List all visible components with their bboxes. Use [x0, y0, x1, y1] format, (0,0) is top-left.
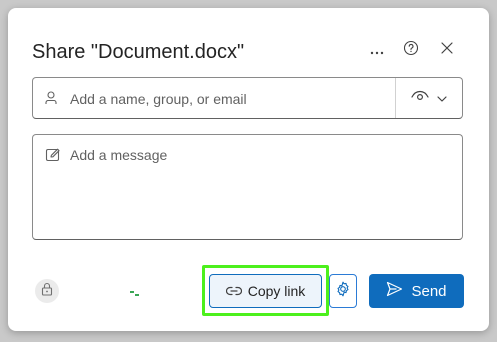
message-input[interactable]: [68, 145, 452, 229]
send-icon: [386, 281, 403, 301]
dialog-title: Share "Document.docx": [32, 41, 245, 63]
help-icon: [403, 40, 419, 61]
copy-link-label: Copy link: [247, 283, 306, 299]
person-icon: [43, 90, 59, 106]
more-options-button[interactable]: [365, 38, 389, 62]
recipient-input[interactable]: [68, 86, 392, 112]
send-button[interactable]: Send: [369, 274, 464, 308]
lock-icon: [41, 282, 53, 301]
eye-icon: [411, 89, 429, 107]
share-dialog: Share "Document.docx" Add a name, group,…: [8, 8, 489, 331]
send-label: Send: [411, 282, 447, 300]
link-settings-button[interactable]: [329, 274, 357, 308]
ellipsis-icon: [370, 42, 384, 58]
link-settings-lock-button[interactable]: [35, 279, 59, 303]
gear-icon: [335, 281, 351, 302]
chevron-down-icon: [437, 89, 447, 107]
message-field[interactable]: [32, 134, 463, 240]
link-icon: [225, 283, 242, 299]
copy-link-button[interactable]: Copy link: [209, 274, 322, 308]
loading-indicator-icon: [130, 284, 140, 296]
recipient-field[interactable]: [32, 77, 463, 119]
close-icon: [441, 41, 453, 59]
close-button[interactable]: [435, 38, 459, 62]
edit-icon: [45, 147, 61, 163]
help-button[interactable]: [399, 38, 423, 62]
permission-dropdown[interactable]: [396, 78, 462, 118]
